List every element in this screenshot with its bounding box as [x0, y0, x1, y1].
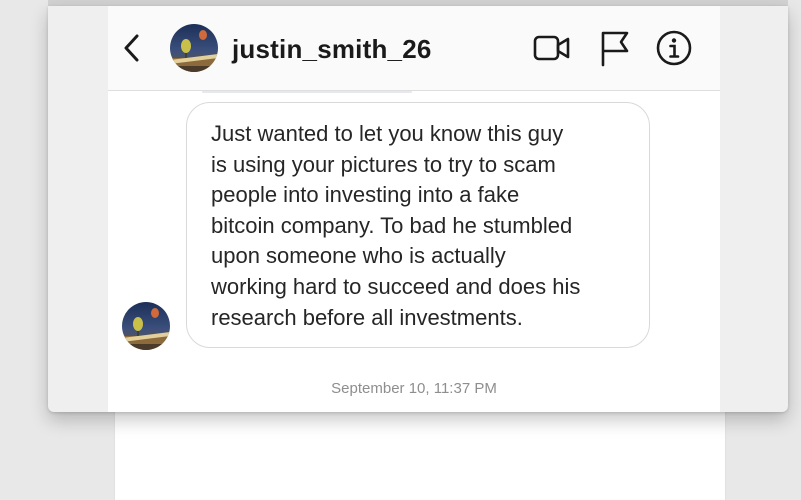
previous-message-edge — [202, 91, 412, 93]
report-button[interactable] — [596, 28, 636, 68]
dm-window: justin_smith_26 Just wanted to let you k… — [48, 6, 788, 412]
conversation-panel: justin_smith_26 Just wanted to let you k… — [108, 6, 720, 412]
profile-photo-icon — [122, 302, 170, 350]
back-button[interactable] — [120, 30, 144, 66]
profile-photo-icon — [170, 24, 218, 72]
flag-icon — [601, 31, 629, 67]
message-bubble[interactable]: Just wanted to let you know this guy is … — [186, 102, 650, 348]
chevron-left-icon — [124, 34, 139, 62]
info-button[interactable] — [654, 28, 694, 68]
info-icon — [656, 30, 692, 66]
desktop-background: justin_smith_26 Just wanted to let you k… — [0, 0, 801, 500]
message-timestamp: September 10, 11:37 PM — [331, 380, 497, 397]
conversation-header: justin_smith_26 — [108, 6, 720, 91]
message-text: Just wanted to let you know this guy is … — [211, 121, 581, 330]
avatar[interactable] — [170, 24, 218, 72]
video-camera-icon — [533, 35, 570, 61]
video-call-button[interactable] — [532, 28, 572, 68]
conversation-username[interactable]: justin_smith_26 — [232, 34, 432, 65]
sender-avatar[interactable] — [122, 302, 170, 350]
